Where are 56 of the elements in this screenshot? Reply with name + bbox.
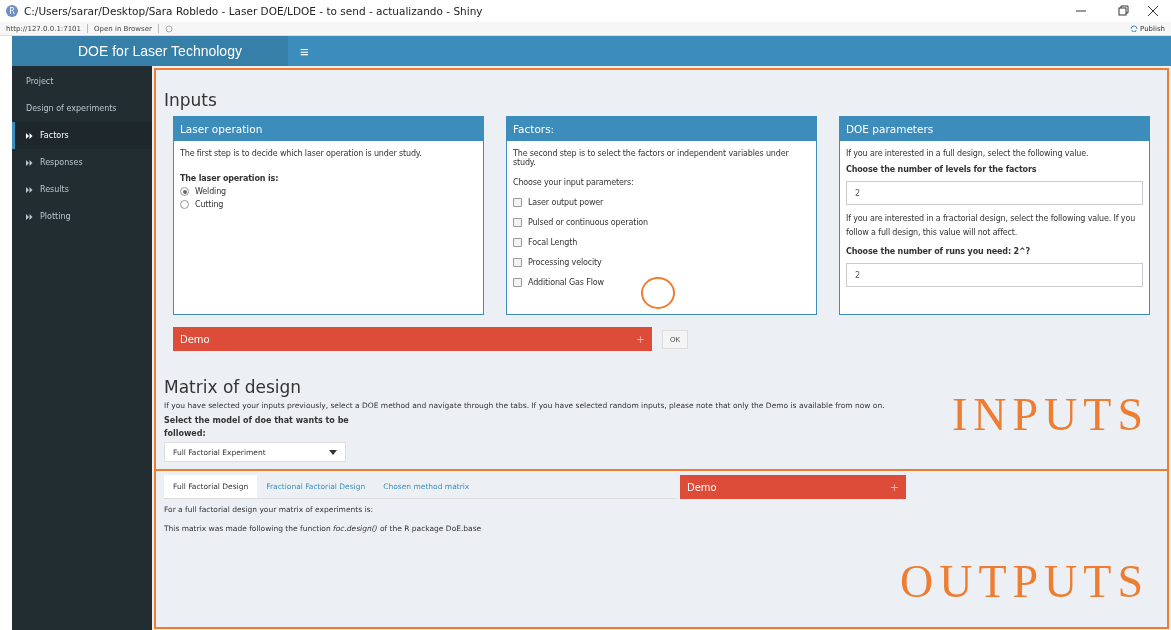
sidebar-item[interactable]: Results xyxy=(12,176,152,203)
sidebar-item[interactable]: Plotting xyxy=(12,203,152,230)
field-label: Choose the number of runs you need: 2^? xyxy=(846,247,1032,256)
checkbox[interactable] xyxy=(513,278,522,287)
panel-title: Demo xyxy=(180,333,210,345)
section-heading: Inputs xyxy=(164,90,218,110)
option-label: Pulsed or continuous operation xyxy=(528,218,648,227)
close-icon[interactable] xyxy=(1147,5,1159,17)
annotation-label: INPUTS xyxy=(951,388,1149,441)
double-chevron-icon xyxy=(26,213,33,220)
checkbox[interactable] xyxy=(513,218,522,227)
section-heading: Matrix of design xyxy=(164,377,303,397)
option-label: Laser output power xyxy=(528,198,604,207)
card-text: The second step is to select the factors or independent variables under study. xyxy=(513,149,790,167)
option-label: Processing velocity xyxy=(528,258,602,267)
checkbox[interactable] xyxy=(513,198,522,207)
sidebar-item[interactable]: Responses xyxy=(12,149,152,176)
app-icon: R xyxy=(6,5,18,17)
field-label: Select the model of doe that wants to be followed: xyxy=(164,415,350,440)
annotation-label: OUTPUTS xyxy=(899,555,1149,608)
maximize-icon[interactable] xyxy=(1117,5,1129,17)
publish-icon xyxy=(1130,25,1139,32)
double-chevron-icon xyxy=(26,186,33,193)
option-label: Additional Gas Flow xyxy=(528,278,604,287)
radio-button[interactable] xyxy=(180,200,189,209)
refresh-icon[interactable] xyxy=(164,24,173,33)
card-title: Factors: xyxy=(507,117,816,141)
window-title: C:/Users/sarar/Desktop/Sara Robledo - Laser DOE/LDOE - to send - actualizando - Shiny xyxy=(24,5,484,17)
card-title: Laser operation xyxy=(174,117,483,141)
double-chevron-icon xyxy=(26,159,33,166)
field-label: Choose the number of levels for the factors xyxy=(846,165,1038,174)
sidebar-item[interactable]: Factors xyxy=(12,122,152,149)
panel-title: Demo xyxy=(687,481,717,493)
cursor-circle-icon xyxy=(640,276,676,310)
option-label: Focal Length xyxy=(528,238,578,247)
double-chevron-icon xyxy=(26,132,33,139)
checkbox[interactable] xyxy=(513,258,522,267)
sidebar-item[interactable]: Design of experiments xyxy=(12,95,152,122)
sidebar-item[interactable]: Project xyxy=(12,68,152,95)
demo-panel-header[interactable]: Demo + xyxy=(680,475,906,499)
input-field[interactable]: 2 xyxy=(846,263,1143,287)
input-field[interactable]: 2 xyxy=(846,181,1143,205)
field-label: Choose your input parameters: xyxy=(513,178,635,187)
radio-button[interactable] xyxy=(180,187,189,196)
card-title: DOE parameters xyxy=(840,117,1149,141)
card-text: If you are interested in a full design, select the following value. xyxy=(846,149,1090,158)
option-label: Cutting xyxy=(195,200,224,209)
option-label: Welding xyxy=(195,187,226,196)
caret-icon xyxy=(329,449,337,455)
demo-panel-header[interactable]: Demo + xyxy=(173,327,652,351)
field-label: The laser operation is: xyxy=(180,174,280,183)
checkbox[interactable] xyxy=(513,238,522,247)
app-title: DOE for Laser Technology xyxy=(12,36,288,66)
card-text: If you are interested in a fractorial design, select the following value. If you follow a full design, this value will not affect. xyxy=(846,213,1137,239)
menu-button[interactable]: ≡ xyxy=(288,36,321,66)
card-text: The first step is to decide which laser operation is under study. xyxy=(180,149,423,158)
